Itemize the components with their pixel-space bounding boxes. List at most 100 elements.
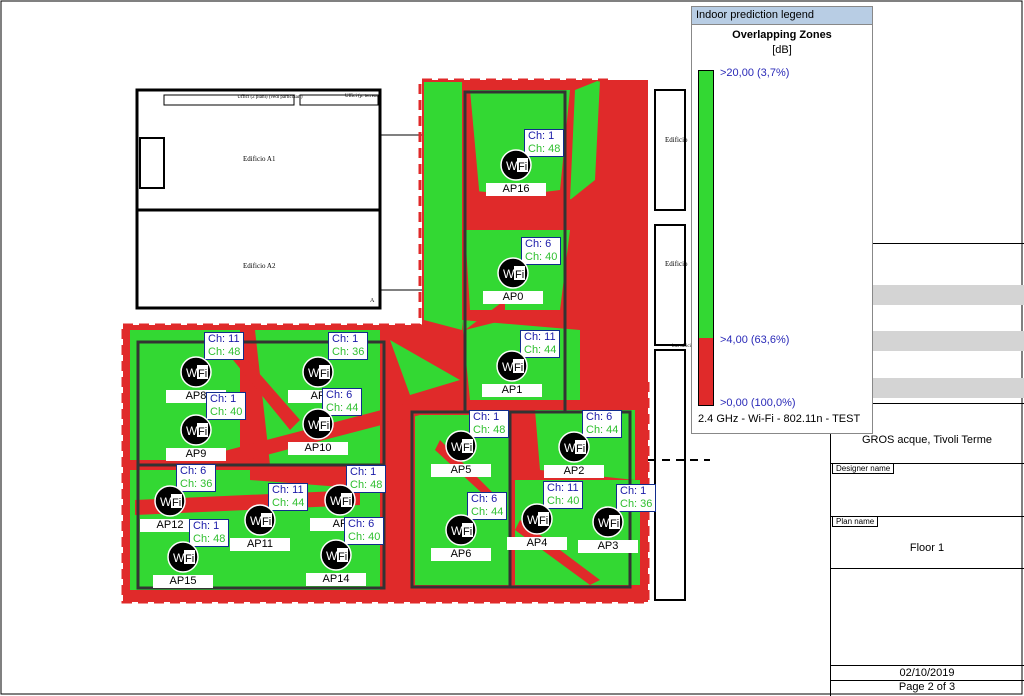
wifi-icon: W Fi xyxy=(496,350,528,382)
wifi-icon: W Fi xyxy=(497,257,529,289)
svg-text:W: W xyxy=(173,551,185,565)
ap-channel-primary: Ch: 1 xyxy=(620,485,647,497)
svg-text:W: W xyxy=(598,516,610,530)
legend-footer: 2.4 GHz - Wi-Fi - 802.11n - TEST xyxy=(698,413,861,425)
legend-threshold-mid: >4,00 (63,6%) xyxy=(720,334,790,346)
wifi-icon: W Fi xyxy=(320,539,352,571)
ap-name: AP4 xyxy=(507,537,567,550)
ap-name: AP6 xyxy=(431,548,491,561)
ap-channel-primary: Ch: 11 xyxy=(272,484,304,496)
ap-channel-primary: Ch: 1 xyxy=(473,411,500,423)
wifi-icon: W Fi xyxy=(302,356,334,388)
building-label-bus: bus uffici xyxy=(672,344,691,349)
svg-text:W: W xyxy=(506,159,518,173)
legend-threshold-low: >0,00 (100,0%) xyxy=(720,397,796,409)
ap-name: AP16 xyxy=(486,183,546,196)
building-label-edificio-1: Edificio xyxy=(665,136,688,144)
svg-text:W: W xyxy=(503,267,515,281)
svg-text:Fi: Fi xyxy=(185,553,194,565)
plan-label: Plan name xyxy=(832,517,879,527)
svg-text:Fi: Fi xyxy=(342,496,351,508)
svg-text:Fi: Fi xyxy=(338,551,347,563)
wifi-icon: W Fi xyxy=(521,503,553,535)
wifi-icon: W Fi xyxy=(324,484,356,516)
ap-channel-primary: Ch: 6 xyxy=(586,411,613,423)
legend-color-bar xyxy=(698,70,714,406)
ap-channel-secondary: Ch: 36 xyxy=(620,498,653,510)
svg-text:W: W xyxy=(308,418,320,432)
svg-text:Fi: Fi xyxy=(518,161,527,173)
wifi-icon: W Fi xyxy=(244,504,276,536)
svg-text:W: W xyxy=(330,494,342,508)
wifi-icon: W Fi xyxy=(154,485,186,517)
page-number: Page 2 of 3 xyxy=(898,681,956,693)
ap-name: AP11 xyxy=(230,538,290,551)
legend-header[interactable]: Indoor prediction legend xyxy=(692,7,872,25)
wifi-icon: W Fi xyxy=(445,430,477,462)
project-name: GROS acque, Tivoli Terme xyxy=(861,434,992,446)
legend-panel: Indoor prediction legend Overlapping Zon… xyxy=(691,6,873,434)
ap-channel-primary: Ch: 1 xyxy=(210,393,237,405)
svg-text:W: W xyxy=(186,366,198,380)
svg-text:W: W xyxy=(564,441,576,455)
ap-channel-secondary: Ch: 48 xyxy=(528,143,561,155)
ap-name: AP0 xyxy=(483,291,543,304)
building-label-a1: Edificio A1 xyxy=(243,155,276,163)
ap-channel-primary: Ch: 6 xyxy=(348,518,375,530)
svg-text:W: W xyxy=(527,513,539,527)
legend-green-segment xyxy=(699,71,713,339)
svg-text:Fi: Fi xyxy=(463,442,472,454)
title-block-divider xyxy=(830,568,1024,569)
building-label-offices: Uffici (2 piani) (vedi particolari) xyxy=(237,95,303,100)
legend-title: Overlapping Zones xyxy=(732,29,832,41)
svg-text:W: W xyxy=(308,366,320,380)
building-label-edificio-2: Edificio xyxy=(665,260,688,268)
wifi-icon: W Fi xyxy=(302,408,334,440)
svg-text:W: W xyxy=(326,549,338,563)
svg-text:Fi: Fi xyxy=(463,526,472,538)
legend-threshold-high: >20,00 (3,7%) xyxy=(720,67,790,79)
ap-channel-primary: Ch: 1 xyxy=(193,520,220,532)
legend-red-segment xyxy=(699,338,713,405)
ap-channel-secondary: Ch: 40 xyxy=(525,251,558,263)
svg-text:Fi: Fi xyxy=(262,516,271,528)
ap-channel-secondary: Ch: 44 xyxy=(524,344,557,356)
building-label-a: A xyxy=(370,298,375,304)
wifi-icon: W Fi xyxy=(167,541,199,573)
ap-name: AP14 xyxy=(306,573,366,586)
wifi-icon: W Fi xyxy=(180,414,212,446)
ap-channel-secondary: Ch: 44 xyxy=(272,497,305,509)
svg-text:W: W xyxy=(451,440,463,454)
ap-channel-primary: Ch: 11 xyxy=(547,482,579,494)
ap-channel-secondary: Ch: 36 xyxy=(332,346,365,358)
svg-text:Fi: Fi xyxy=(515,269,524,281)
building-label-offices-ground: Uffici (p. terreno) xyxy=(345,94,381,99)
ap-channel-primary: Ch: 1 xyxy=(332,333,359,345)
wifi-icon: W Fi xyxy=(180,356,212,388)
ap-name: AP15 xyxy=(153,575,213,588)
wifi-icon: W Fi xyxy=(558,431,590,463)
ap-channel-primary: Ch: 6 xyxy=(326,389,353,401)
legend-unit: [dB] xyxy=(772,44,792,56)
svg-text:W: W xyxy=(250,514,262,528)
svg-text:Fi: Fi xyxy=(198,426,207,438)
ap-name: AP9 xyxy=(166,448,226,461)
svg-text:Fi: Fi xyxy=(172,497,181,509)
ap-channel-primary: Ch: 11 xyxy=(208,333,240,345)
wifi-icon: W Fi xyxy=(445,514,477,546)
svg-text:Fi: Fi xyxy=(576,443,585,455)
wifi-icon: W Fi xyxy=(500,149,532,181)
ap-channel-secondary: Ch: 44 xyxy=(586,424,619,436)
svg-text:Fi: Fi xyxy=(539,515,548,527)
ap-name: AP2 xyxy=(544,465,604,478)
ap-channel-secondary: Ch: 40 xyxy=(210,406,243,418)
svg-text:W: W xyxy=(186,424,198,438)
wifi-icon: W Fi xyxy=(592,506,624,538)
date: 02/10/2019 xyxy=(899,667,955,679)
designer-label: Designer name xyxy=(832,464,895,474)
ap-name: AP10 xyxy=(288,442,348,455)
svg-text:Fi: Fi xyxy=(320,420,329,432)
ap-channel-primary: Ch: 11 xyxy=(524,331,556,343)
building-label-a2: Edificio A2 xyxy=(243,262,276,270)
ap-channel-primary: Ch: 1 xyxy=(528,130,555,142)
